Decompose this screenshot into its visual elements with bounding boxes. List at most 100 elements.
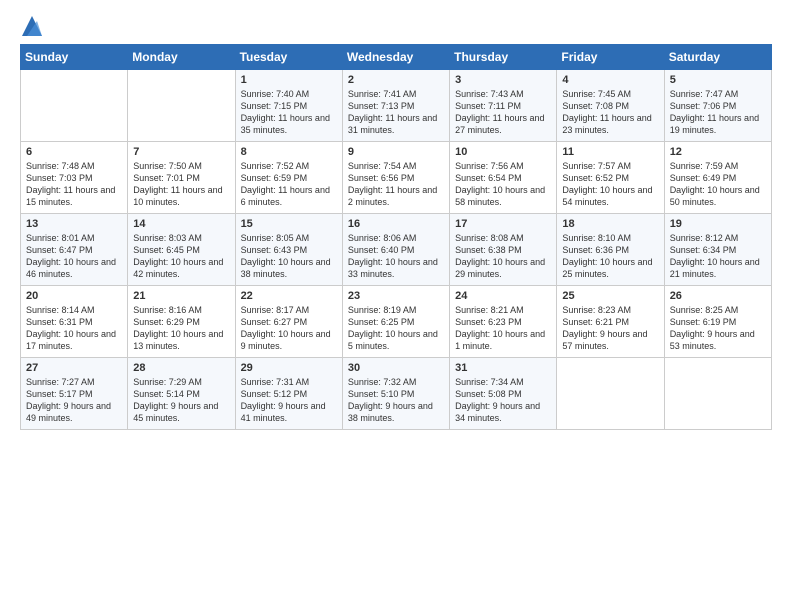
day-info: Sunrise: 7:56 AM Sunset: 6:54 PM Dayligh…: [455, 160, 551, 209]
day-info: Sunrise: 7:48 AM Sunset: 7:03 PM Dayligh…: [26, 160, 122, 209]
calendar-cell: 1 Sunrise: 7:40 AM Sunset: 7:15 PM Daylig…: [235, 70, 342, 142]
day-number: 17: [455, 218, 551, 230]
day-number: 10: [455, 146, 551, 158]
header-day-saturday: Saturday: [664, 45, 771, 70]
day-info: Sunrise: 7:59 AM Sunset: 6:49 PM Dayligh…: [670, 160, 766, 209]
day-number: 23: [348, 290, 444, 302]
day-number: 7: [133, 146, 229, 158]
day-info: Sunrise: 7:54 AM Sunset: 6:56 PM Dayligh…: [348, 160, 444, 209]
calendar-cell: 10 Sunrise: 7:56 AM Sunset: 6:54 PM Dayli…: [450, 142, 557, 214]
day-info: Sunrise: 7:29 AM Sunset: 5:14 PM Dayligh…: [133, 376, 229, 425]
day-number: 19: [670, 218, 766, 230]
calendar-cell: 7 Sunrise: 7:50 AM Sunset: 7:01 PM Daylig…: [128, 142, 235, 214]
week-row-4: 20 Sunrise: 8:14 AM Sunset: 6:31 PM Dayli…: [21, 286, 772, 358]
day-number: 31: [455, 362, 551, 374]
calendar-cell: 21 Sunrise: 8:16 AM Sunset: 6:29 PM Dayli…: [128, 286, 235, 358]
day-number: 1: [241, 74, 337, 86]
day-number: 25: [562, 290, 658, 302]
day-number: 22: [241, 290, 337, 302]
day-number: 30: [348, 362, 444, 374]
day-info: Sunrise: 7:31 AM Sunset: 5:12 PM Dayligh…: [241, 376, 337, 425]
calendar-cell: 19 Sunrise: 8:12 AM Sunset: 6:34 PM Dayli…: [664, 214, 771, 286]
calendar-cell: 24 Sunrise: 8:21 AM Sunset: 6:23 PM Dayli…: [450, 286, 557, 358]
header-row: SundayMondayTuesdayWednesdayThursdayFrid…: [21, 45, 772, 70]
day-number: 11: [562, 146, 658, 158]
day-info: Sunrise: 8:21 AM Sunset: 6:23 PM Dayligh…: [455, 304, 551, 353]
calendar-cell: 31 Sunrise: 7:34 AM Sunset: 5:08 PM Dayli…: [450, 358, 557, 430]
calendar-cell: 26 Sunrise: 8:25 AM Sunset: 6:19 PM Dayli…: [664, 286, 771, 358]
calendar-cell: [21, 70, 128, 142]
header: [20, 16, 772, 36]
calendar-cell: 6 Sunrise: 7:48 AM Sunset: 7:03 PM Daylig…: [21, 142, 128, 214]
day-info: Sunrise: 8:14 AM Sunset: 6:31 PM Dayligh…: [26, 304, 122, 353]
day-number: 28: [133, 362, 229, 374]
calendar-cell: 30 Sunrise: 7:32 AM Sunset: 5:10 PM Dayli…: [342, 358, 449, 430]
day-info: Sunrise: 8:08 AM Sunset: 6:38 PM Dayligh…: [455, 232, 551, 281]
day-number: 3: [455, 74, 551, 86]
day-number: 13: [26, 218, 122, 230]
header-day-friday: Friday: [557, 45, 664, 70]
day-info: Sunrise: 8:23 AM Sunset: 6:21 PM Dayligh…: [562, 304, 658, 353]
calendar-cell: 3 Sunrise: 7:43 AM Sunset: 7:11 PM Daylig…: [450, 70, 557, 142]
day-number: 2: [348, 74, 444, 86]
week-row-1: 1 Sunrise: 7:40 AM Sunset: 7:15 PM Daylig…: [21, 70, 772, 142]
day-number: 24: [455, 290, 551, 302]
page: SundayMondayTuesdayWednesdayThursdayFrid…: [0, 0, 792, 442]
calendar-cell: 9 Sunrise: 7:54 AM Sunset: 6:56 PM Daylig…: [342, 142, 449, 214]
day-info: Sunrise: 8:03 AM Sunset: 6:45 PM Dayligh…: [133, 232, 229, 281]
calendar-cell: 16 Sunrise: 8:06 AM Sunset: 6:40 PM Dayli…: [342, 214, 449, 286]
calendar-cell: 23Sunrise: 8:19 AM Sunset: 6:25 PM Dayli…: [342, 286, 449, 358]
day-info: Sunrise: 7:43 AM Sunset: 7:11 PM Dayligh…: [455, 88, 551, 137]
day-number: 14: [133, 218, 229, 230]
calendar-cell: 11 Sunrise: 7:57 AM Sunset: 6:52 PM Dayli…: [557, 142, 664, 214]
day-info: Sunrise: 8:16 AM Sunset: 6:29 PM Dayligh…: [133, 304, 229, 353]
day-number: 12: [670, 146, 766, 158]
day-info: Sunrise: 8:06 AM Sunset: 6:40 PM Dayligh…: [348, 232, 444, 281]
day-info: Sunrise: 7:57 AM Sunset: 6:52 PM Dayligh…: [562, 160, 658, 209]
day-info: Sunrise: 7:32 AM Sunset: 5:10 PM Dayligh…: [348, 376, 444, 425]
day-number: 15: [241, 218, 337, 230]
day-number: 20: [26, 290, 122, 302]
header-day-sunday: Sunday: [21, 45, 128, 70]
day-info: Sunrise: 7:40 AM Sunset: 7:15 PM Dayligh…: [241, 88, 337, 137]
day-number: 16: [348, 218, 444, 230]
calendar-cell: [128, 70, 235, 142]
day-info: Sunrise: 7:50 AM Sunset: 7:01 PM Dayligh…: [133, 160, 229, 209]
calendar-cell: 28 Sunrise: 7:29 AM Sunset: 5:14 PM Dayli…: [128, 358, 235, 430]
calendar-cell: 22 Sunrise: 8:17 AM Sunset: 6:27 PM Dayli…: [235, 286, 342, 358]
header-day-tuesday: Tuesday: [235, 45, 342, 70]
week-row-3: 13 Sunrise: 8:01 AM Sunset: 6:47 PM Dayli…: [21, 214, 772, 286]
day-number: 6: [26, 146, 122, 158]
calendar-cell: 20 Sunrise: 8:14 AM Sunset: 6:31 PM Dayli…: [21, 286, 128, 358]
day-info: Sunrise: 8:01 AM Sunset: 6:47 PM Dayligh…: [26, 232, 122, 281]
day-info: Sunrise: 8:25 AM Sunset: 6:19 PM Dayligh…: [670, 304, 766, 353]
header-day-monday: Monday: [128, 45, 235, 70]
calendar-cell: 25 Sunrise: 8:23 AM Sunset: 6:21 PM Dayli…: [557, 286, 664, 358]
header-day-wednesday: Wednesday: [342, 45, 449, 70]
day-number: 9: [348, 146, 444, 158]
day-number: 18: [562, 218, 658, 230]
week-row-5: 27Sunrise: 7:27 AM Sunset: 5:17 PM Dayli…: [21, 358, 772, 430]
day-number: 21: [133, 290, 229, 302]
day-number: 29: [241, 362, 337, 374]
day-info: Sunrise: 8:12 AM Sunset: 6:34 PM Dayligh…: [670, 232, 766, 281]
logo: [20, 16, 42, 36]
calendar-cell: 14 Sunrise: 8:03 AM Sunset: 6:45 PM Dayli…: [128, 214, 235, 286]
calendar-cell: 15 Sunrise: 8:05 AM Sunset: 6:43 PM Dayli…: [235, 214, 342, 286]
calendar-cell: 2Sunrise: 7:41 AM Sunset: 7:13 PM Daylig…: [342, 70, 449, 142]
calendar-cell: 17 Sunrise: 8:08 AM Sunset: 6:38 PM Dayli…: [450, 214, 557, 286]
day-info: Sunrise: 7:47 AM Sunset: 7:06 PM Dayligh…: [670, 88, 766, 137]
calendar-cell: 5 Sunrise: 7:47 AM Sunset: 7:06 PM Daylig…: [664, 70, 771, 142]
day-number: 26: [670, 290, 766, 302]
calendar-cell: [664, 358, 771, 430]
day-info: Sunrise: 8:17 AM Sunset: 6:27 PM Dayligh…: [241, 304, 337, 353]
calendar-cell: [557, 358, 664, 430]
day-info: Sunrise: 8:05 AM Sunset: 6:43 PM Dayligh…: [241, 232, 337, 281]
day-info: Sunrise: 7:34 AM Sunset: 5:08 PM Dayligh…: [455, 376, 551, 425]
calendar-cell: 13 Sunrise: 8:01 AM Sunset: 6:47 PM Dayli…: [21, 214, 128, 286]
calendar-cell: 12 Sunrise: 7:59 AM Sunset: 6:49 PM Dayli…: [664, 142, 771, 214]
day-info: Sunrise: 7:52 AM Sunset: 6:59 PM Dayligh…: [241, 160, 337, 209]
day-info: Sunrise: 8:10 AM Sunset: 6:36 PM Dayligh…: [562, 232, 658, 281]
day-number: 8: [241, 146, 337, 158]
day-number: 5: [670, 74, 766, 86]
